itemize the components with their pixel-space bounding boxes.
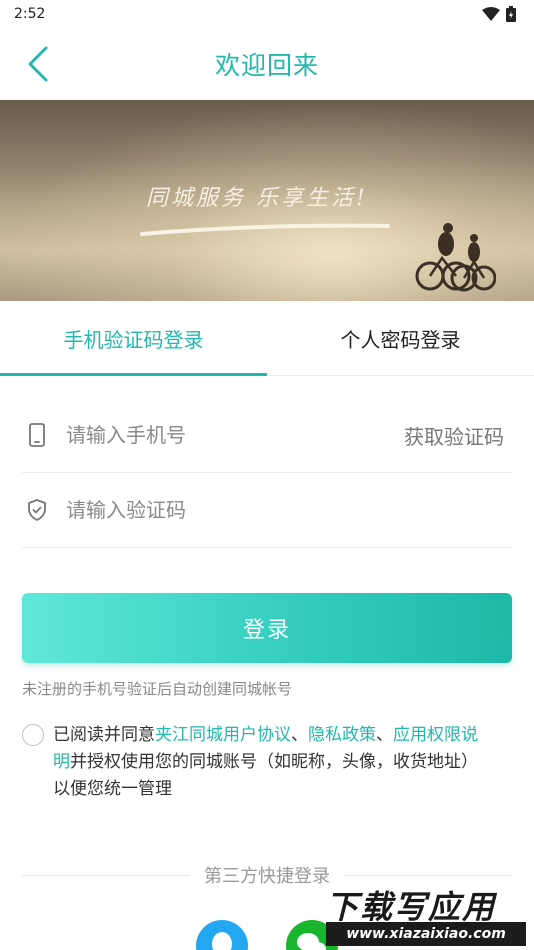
get-code-button[interactable]: 获取验证码 xyxy=(404,421,504,450)
status-icons xyxy=(482,6,516,22)
agreement-separator: 、 xyxy=(376,725,393,745)
verification-code-field xyxy=(22,473,512,548)
header: 欢迎回来 xyxy=(0,28,534,100)
agreement-checkbox[interactable] xyxy=(22,724,44,746)
qq-login-button[interactable] xyxy=(196,920,248,950)
tab-password-login[interactable]: 个人密码登录 xyxy=(267,301,534,375)
active-tab-indicator xyxy=(0,373,267,376)
tab-sms-login[interactable]: 手机验证码登录 xyxy=(0,301,267,375)
verification-code-input[interactable] xyxy=(66,498,366,522)
phone-field: 获取验证码 xyxy=(22,398,512,473)
phone-icon xyxy=(24,422,50,448)
battery-icon xyxy=(506,6,516,22)
divider-line xyxy=(22,874,190,876)
chevron-left-icon xyxy=(28,46,48,82)
auto-register-hint: 未注册的手机号验证后自动创建同城帐号 xyxy=(22,680,293,698)
user-agreement-link[interactable]: 夹江同城用户协议 xyxy=(155,725,291,745)
watermark-url: www.xiazaixiao.com xyxy=(326,922,526,946)
agreement-section: 已阅读并同意夹江同城用户协议、隐私政策、应用权限说明并授权使用您的同城账号（如昵… xyxy=(22,722,492,803)
banner-slogan: 同城服务 乐享生活! xyxy=(146,186,368,211)
wifi-icon xyxy=(482,7,500,21)
divider-line xyxy=(344,874,512,876)
agreement-prefix: 已阅读并同意 xyxy=(53,725,155,745)
agreement-suffix: 并授权使用您的同城账号（如昵称，头像，收货地址）以便您统一管理 xyxy=(53,752,478,799)
agreement-separator: 、 xyxy=(291,725,308,745)
cyclists-silhouette-image xyxy=(415,223,496,292)
page-title: 欢迎回来 xyxy=(214,51,319,80)
login-tabs: 手机验证码登录 个人密码登录 xyxy=(0,301,534,376)
promo-banner: 同城服务 乐享生活! xyxy=(0,100,534,301)
qq-icon xyxy=(212,932,232,950)
shield-icon xyxy=(24,497,50,523)
status-bar: 2:52 xyxy=(0,0,534,28)
phone-input[interactable] xyxy=(66,423,366,447)
login-button[interactable]: 登录 xyxy=(22,593,512,663)
agreement-text: 已阅读并同意夹江同城用户协议、隐私政策、应用权限说明并授权使用您的同城账号（如昵… xyxy=(53,722,492,803)
site-watermark: 下载写应用 www.xiazaixiao.com xyxy=(318,880,534,950)
back-button[interactable] xyxy=(18,44,58,84)
status-time: 2:52 xyxy=(14,6,46,22)
brush-stroke-graphic xyxy=(140,223,390,236)
privacy-policy-link[interactable]: 隐私政策 xyxy=(308,725,376,745)
